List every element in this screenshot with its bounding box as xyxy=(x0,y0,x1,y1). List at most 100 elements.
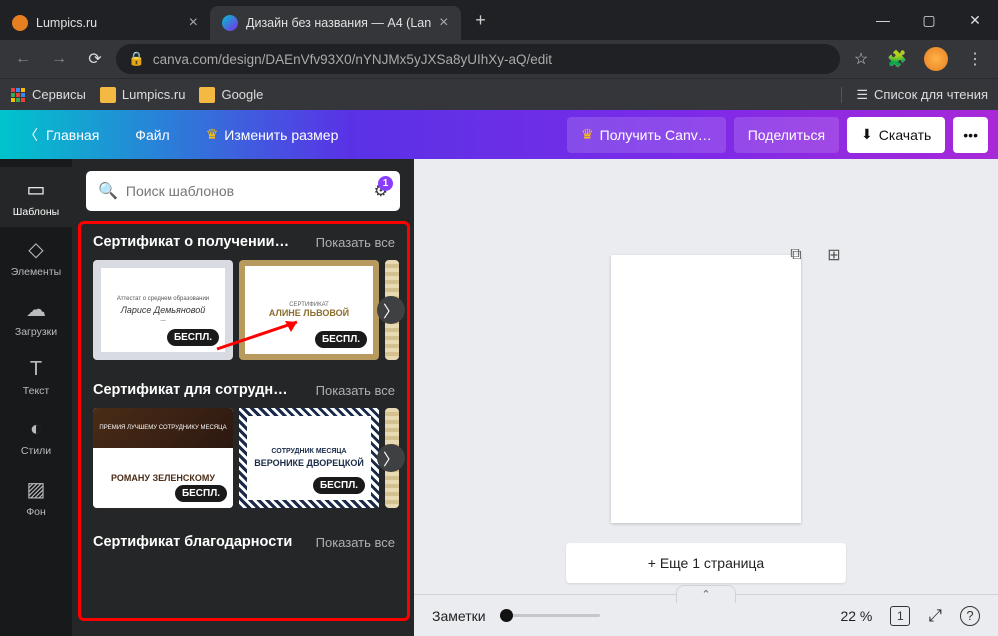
browser-titlebar: Lumpics.ru × Дизайн без названия — A4 (L… xyxy=(0,0,998,40)
template-card[interactable]: ПРЕМИЯ ЛУЧШЕМУ СОТРУДНИКУ МЕСЯЦА РОМАНУ … xyxy=(93,408,233,508)
add-page-button[interactable]: ⊞ xyxy=(820,241,848,269)
add-page-card[interactable]: + Еще 1 страница xyxy=(566,543,846,583)
browser-tab-lumpics[interactable]: Lumpics.ru × xyxy=(0,6,210,40)
fullscreen-button[interactable]: ⤢ xyxy=(928,606,942,626)
folder-icon xyxy=(199,87,215,103)
annotation-highlight: Сертификат о получении ди… Показать все … xyxy=(78,221,410,621)
close-icon[interactable]: × xyxy=(439,14,448,32)
search-box[interactable]: 🔍 ⚙ 1 xyxy=(86,171,400,211)
filter-icon[interactable]: ⚙ 1 xyxy=(374,181,388,201)
section-header: Сертификат для сотрудников Показать все xyxy=(87,378,401,408)
browser-tab-canva[interactable]: Дизайн без названия — A4 (Lan × xyxy=(210,6,461,40)
dots-icon: ••• xyxy=(963,127,978,143)
free-badge: БЕСПЛ. xyxy=(175,485,227,502)
star-icon[interactable]: ☆ xyxy=(846,44,876,74)
show-all-link[interactable]: Показать все xyxy=(316,383,395,398)
minimize-button[interactable]: — xyxy=(860,4,906,36)
resize-button[interactable]: ♛Изменить размер xyxy=(192,117,353,153)
share-button[interactable]: Поделиться xyxy=(734,117,839,153)
profile-avatar[interactable] xyxy=(924,47,948,71)
help-icon: ? xyxy=(960,606,980,626)
close-button[interactable]: ✕ xyxy=(952,4,998,36)
template-card[interactable]: СЕРТИФИКАТ АЛИНЕ ЛЬВОВОЙ БЕСПЛ. xyxy=(239,260,379,360)
search-input[interactable] xyxy=(126,183,374,199)
url-text: canva.com/design/DAEnVfv93X0/nYNJMx5yJXS… xyxy=(153,52,552,67)
url-field[interactable]: 🔒 canva.com/design/DAEnVfv93X0/nYNJMx5yJ… xyxy=(116,44,840,74)
folder-icon xyxy=(100,87,116,103)
expand-notch[interactable]: ⌃ xyxy=(676,585,736,603)
more-button[interactable]: ••• xyxy=(953,117,988,153)
template-card[interactable]: СОТРУДНИК МЕСЯЦА ВЕРОНИКЕ ДВОРЕЦКОЙ БЕСП… xyxy=(239,408,379,508)
template-card[interactable]: Аттестат о среднем образовании Ларисе Де… xyxy=(93,260,233,360)
search-icon: 🔍 xyxy=(98,181,118,201)
canvas-page[interactable] xyxy=(611,255,801,523)
bottom-bar: ⌃ Заметки 22 % 1 ⤢ ? xyxy=(414,594,998,636)
favicon-icon xyxy=(12,15,28,31)
list-icon: ☰ xyxy=(856,87,868,103)
next-button[interactable]: 〉 xyxy=(377,444,405,472)
rail-text[interactable]: TТекст xyxy=(0,347,72,407)
bookmark-lumpics[interactable]: Lumpics.ru xyxy=(100,87,186,103)
download-button[interactable]: ⬇Скачать xyxy=(847,117,945,153)
file-button[interactable]: Файл xyxy=(121,117,183,153)
duplicate-page-button[interactable]: ⧉ xyxy=(782,241,810,269)
section-title: Сертификат благодарности xyxy=(93,534,292,550)
expand-icon: ⤢ xyxy=(928,606,942,626)
reading-list-button[interactable]: ☰ Список для чтения xyxy=(841,87,988,103)
bookmark-google[interactable]: Google xyxy=(199,87,263,103)
chevron-right-icon: 〉 xyxy=(383,298,399,322)
apps-icon xyxy=(10,87,26,103)
address-bar: ← → ⟳ 🔒 canva.com/design/DAEnVfv93X0/nYN… xyxy=(0,40,998,78)
download-icon: ⬇ xyxy=(861,126,873,143)
template-row: Аттестат о среднем образовании Ларисе Де… xyxy=(87,260,401,378)
maximize-button[interactable]: ▢ xyxy=(906,4,952,36)
close-icon[interactable]: × xyxy=(189,14,198,32)
copy-icon: ⧉ xyxy=(790,246,801,264)
crown-icon: ♛ xyxy=(206,126,219,143)
slider-track[interactable] xyxy=(500,614,600,617)
menu-icon[interactable]: ⋮ xyxy=(960,44,990,74)
template-row: ПРЕМИЯ ЛУЧШЕМУ СОТРУДНИКУ МЕСЯЦА РОМАНУ … xyxy=(87,408,401,526)
bookmark-apps[interactable]: Сервисы xyxy=(10,87,86,103)
rail-elements[interactable]: ◇Элементы xyxy=(0,227,72,287)
add-page-icon: ⊞ xyxy=(827,245,840,265)
show-all-link[interactable]: Показать все xyxy=(316,535,395,550)
text-icon: T xyxy=(30,358,42,381)
elements-icon: ◇ xyxy=(28,237,43,262)
help-button[interactable]: ? xyxy=(960,606,980,626)
home-button[interactable]: 〈Главная xyxy=(10,117,113,153)
back-button[interactable]: ← xyxy=(8,44,38,74)
show-all-link[interactable]: Показать все xyxy=(316,235,395,250)
cloud-icon: ☁ xyxy=(26,297,46,322)
bookmarks-bar: Сервисы Lumpics.ru Google ☰ Список для ч… xyxy=(0,78,998,110)
filter-badge: 1 xyxy=(378,176,393,191)
new-tab-button[interactable]: + xyxy=(467,6,495,34)
rail-uploads[interactable]: ☁Загрузки xyxy=(0,287,72,347)
reload-button[interactable]: ⟳ xyxy=(80,44,110,74)
section-title: Сертификат для сотрудников xyxy=(93,382,293,398)
main-area: ▭Шаблоны ◇Элементы ☁Загрузки TТекст ◐Сти… xyxy=(0,159,998,636)
section-title: Сертификат о получении ди… xyxy=(93,234,293,250)
rail-styles[interactable]: ◐Стили xyxy=(0,407,72,467)
slider-thumb[interactable] xyxy=(500,609,513,622)
tab-title: Дизайн без названия — A4 (Lan xyxy=(246,16,431,30)
page-indicator[interactable]: 1 xyxy=(890,606,910,626)
favicon-icon xyxy=(222,15,238,31)
window-controls: — ▢ ✕ xyxy=(860,4,998,36)
forward-button: → xyxy=(44,44,74,74)
rail-templates[interactable]: ▭Шаблоны xyxy=(0,167,72,227)
templates-panel: 🔍 ⚙ 1 Сертификат о получении ди… Показат… xyxy=(72,159,414,636)
get-pro-button[interactable]: ♛Получить Canv… xyxy=(567,117,726,153)
canvas-area: ⧉ ⊞ + Еще 1 страница ⌃ Заметки 22 % 1 ⤢ … xyxy=(414,159,998,636)
rail-background[interactable]: ▨Фон xyxy=(0,467,72,527)
zoom-value[interactable]: 22 % xyxy=(840,608,872,624)
lock-icon: 🔒 xyxy=(128,51,145,67)
side-rail: ▭Шаблоны ◇Элементы ☁Загрузки TТекст ◐Сти… xyxy=(0,159,72,636)
extension-icon[interactable]: 🧩 xyxy=(882,44,912,74)
zoom-slider[interactable] xyxy=(500,614,600,617)
notes-button[interactable]: Заметки xyxy=(432,608,486,624)
crown-icon: ♛ xyxy=(581,126,594,143)
palette-icon: ◐ xyxy=(30,418,42,441)
bookmark-label: Lumpics.ru xyxy=(122,87,186,102)
next-button[interactable]: 〉 xyxy=(377,296,405,324)
